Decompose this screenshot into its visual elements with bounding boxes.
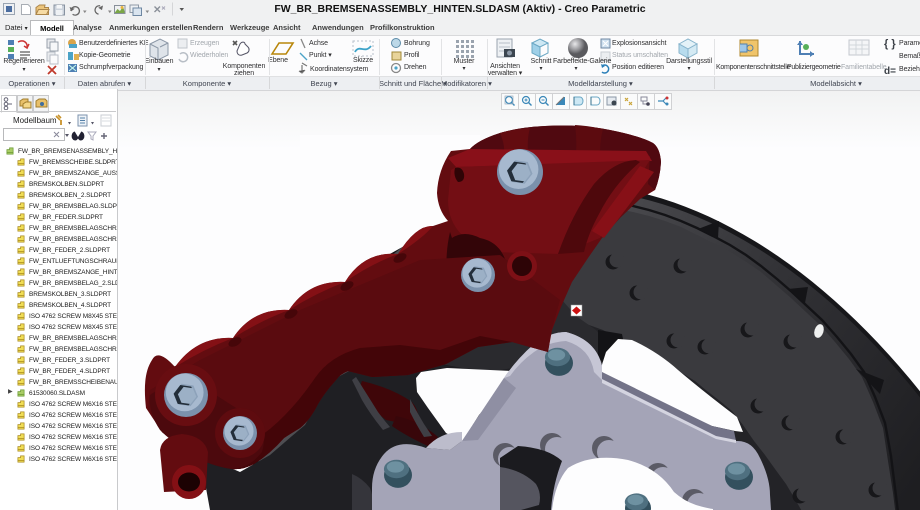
svg-text:{ }: { } [884,38,896,50]
